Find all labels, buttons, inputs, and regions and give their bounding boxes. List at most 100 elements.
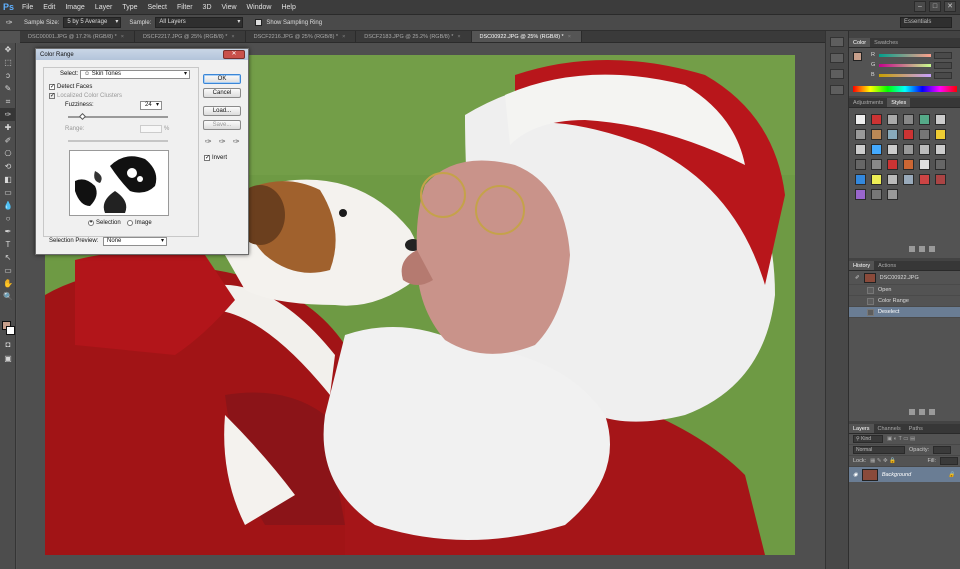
tab-history[interactable]: History xyxy=(849,261,875,270)
marquee-icon[interactable]: ⬚ xyxy=(0,56,16,69)
minimize-button[interactable]: – xyxy=(914,1,926,12)
sample-size-select[interactable]: 5 by 5 Average xyxy=(63,17,122,28)
new-document-icon[interactable] xyxy=(909,409,915,415)
eyedropper-icon[interactable]: ✑ xyxy=(0,108,16,121)
style-swatch[interactable] xyxy=(935,114,946,125)
style-swatch[interactable] xyxy=(871,189,882,200)
range-input[interactable] xyxy=(140,125,162,133)
style-swatch[interactable] xyxy=(871,114,882,125)
close-tab-icon[interactable]: × xyxy=(457,34,460,40)
history-snapshot[interactable]: ✐ DSC00922.JPG xyxy=(849,271,960,285)
crop-icon[interactable]: ⌗ xyxy=(0,95,16,108)
eyedropper-plus-icon[interactable]: ✑ xyxy=(219,137,226,146)
style-swatch[interactable] xyxy=(855,189,866,200)
layer-name[interactable]: Background xyxy=(882,472,911,478)
dock-icon[interactable] xyxy=(830,69,844,79)
history-brush-source-icon[interactable]: ✐ xyxy=(855,275,860,281)
tab-channels[interactable]: Channels xyxy=(874,424,905,433)
color-panel-fg-swatch[interactable] xyxy=(853,52,862,61)
tab-adjustments[interactable]: Adjustments xyxy=(849,98,887,107)
menu-3d[interactable]: 3D xyxy=(198,4,217,11)
tab-actions[interactable]: Actions xyxy=(874,261,900,270)
trash-icon[interactable] xyxy=(929,246,935,252)
eraser-icon[interactable]: ◧ xyxy=(0,173,16,186)
style-swatch[interactable] xyxy=(903,144,914,155)
style-swatch[interactable] xyxy=(935,159,946,170)
menu-help[interactable]: Help xyxy=(276,4,300,11)
quick-select-icon[interactable]: ✎ xyxy=(0,82,16,95)
dodge-icon[interactable]: ○ xyxy=(0,212,16,225)
close-tab-icon[interactable]: × xyxy=(342,34,345,40)
style-swatch[interactable] xyxy=(855,144,866,155)
history-step[interactable]: Open xyxy=(849,285,960,296)
load-button[interactable]: Load... xyxy=(203,106,241,116)
cancel-button[interactable]: Cancel xyxy=(203,88,241,98)
style-swatch[interactable] xyxy=(887,114,898,125)
doc-tab[interactable]: DSCF2217.JPG @ 25% (RGB/8) * × xyxy=(135,31,246,42)
show-ring-checkbox[interactable] xyxy=(255,19,263,26)
style-swatch[interactable] xyxy=(935,129,946,140)
menu-layer[interactable]: Layer xyxy=(90,4,118,11)
blue-slider[interactable] xyxy=(879,73,931,77)
menu-edit[interactable]: Edit xyxy=(38,4,60,11)
style-swatch[interactable] xyxy=(855,129,866,140)
dock-icon[interactable] xyxy=(830,85,844,95)
quick-mask-icon[interactable]: ◘ xyxy=(0,338,16,351)
dialog-close-button[interactable]: ✕ xyxy=(223,50,245,59)
style-swatch[interactable] xyxy=(887,144,898,155)
blur-icon[interactable]: 💧 xyxy=(0,199,16,212)
style-swatch[interactable] xyxy=(919,114,930,125)
doc-tab[interactable]: DSC00001.JPG @ 17.2% (RGB/8) * × xyxy=(20,31,135,42)
blend-mode-select[interactable]: Normal xyxy=(853,446,905,454)
opacity-input[interactable] xyxy=(933,446,952,454)
style-swatch[interactable] xyxy=(871,144,882,155)
selection-preview-select[interactable]: None xyxy=(103,237,167,246)
clone-stamp-icon[interactable]: ⎔ xyxy=(0,147,16,160)
path-select-icon[interactable]: ↖ xyxy=(0,251,16,264)
green-slider[interactable] xyxy=(879,63,931,67)
tab-styles[interactable]: Styles xyxy=(887,98,911,107)
range-slider-track[interactable] xyxy=(68,140,168,142)
red-value[interactable] xyxy=(934,51,952,59)
invert-checkbox[interactable]: ✓ xyxy=(204,155,210,161)
history-step[interactable]: Color Range xyxy=(849,296,960,307)
style-swatch[interactable] xyxy=(871,129,882,140)
camera-icon[interactable] xyxy=(919,409,925,415)
style-swatch[interactable] xyxy=(903,129,914,140)
history-brush-icon[interactable]: ⟲ xyxy=(0,160,16,173)
localized-clusters-checkbox[interactable]: ✓ xyxy=(49,93,55,99)
tab-swatches[interactable]: Swatches xyxy=(870,38,902,47)
style-swatch[interactable] xyxy=(855,174,866,185)
style-swatch[interactable] xyxy=(871,159,882,170)
workspace-select[interactable]: Essentials xyxy=(900,17,952,28)
close-tab-icon[interactable]: × xyxy=(231,34,234,40)
menu-filter[interactable]: Filter xyxy=(172,4,198,11)
lasso-icon[interactable]: ↄ xyxy=(0,69,16,82)
eye-icon[interactable]: ◉ xyxy=(853,472,858,478)
menu-file[interactable]: File xyxy=(17,4,38,11)
pen-icon[interactable]: ✒ xyxy=(0,225,16,238)
style-swatch[interactable] xyxy=(919,174,930,185)
detect-faces-checkbox[interactable]: ✓ xyxy=(49,84,55,90)
zoom-icon[interactable]: 🔍 xyxy=(0,290,16,303)
style-swatch[interactable] xyxy=(935,174,946,185)
red-slider[interactable] xyxy=(879,53,931,57)
style-swatch[interactable] xyxy=(919,144,930,155)
style-swatch[interactable] xyxy=(903,159,914,170)
move-icon[interactable]: ✥ xyxy=(0,43,16,56)
style-swatch[interactable] xyxy=(935,144,946,155)
style-swatch[interactable] xyxy=(887,174,898,185)
close-window-button[interactable]: ✕ xyxy=(944,1,956,12)
style-swatch[interactable] xyxy=(903,174,914,185)
menu-window[interactable]: Window xyxy=(242,4,277,11)
style-swatch[interactable] xyxy=(919,159,930,170)
dock-icon[interactable] xyxy=(830,37,844,47)
eyedropper-icon[interactable]: ✑ xyxy=(6,18,20,27)
color-spectrum-ramp[interactable] xyxy=(853,86,957,92)
menu-type[interactable]: Type xyxy=(117,4,142,11)
layer-row-background[interactable]: ◉ Background 🔒 xyxy=(849,467,960,482)
doc-tab-active[interactable]: DSC00922.JPG @ 25% (RGB/8) * × xyxy=(471,31,582,42)
style-swatch[interactable] xyxy=(887,189,898,200)
tab-color[interactable]: Color xyxy=(849,38,871,47)
history-step-selected[interactable]: Deselect xyxy=(849,307,960,318)
